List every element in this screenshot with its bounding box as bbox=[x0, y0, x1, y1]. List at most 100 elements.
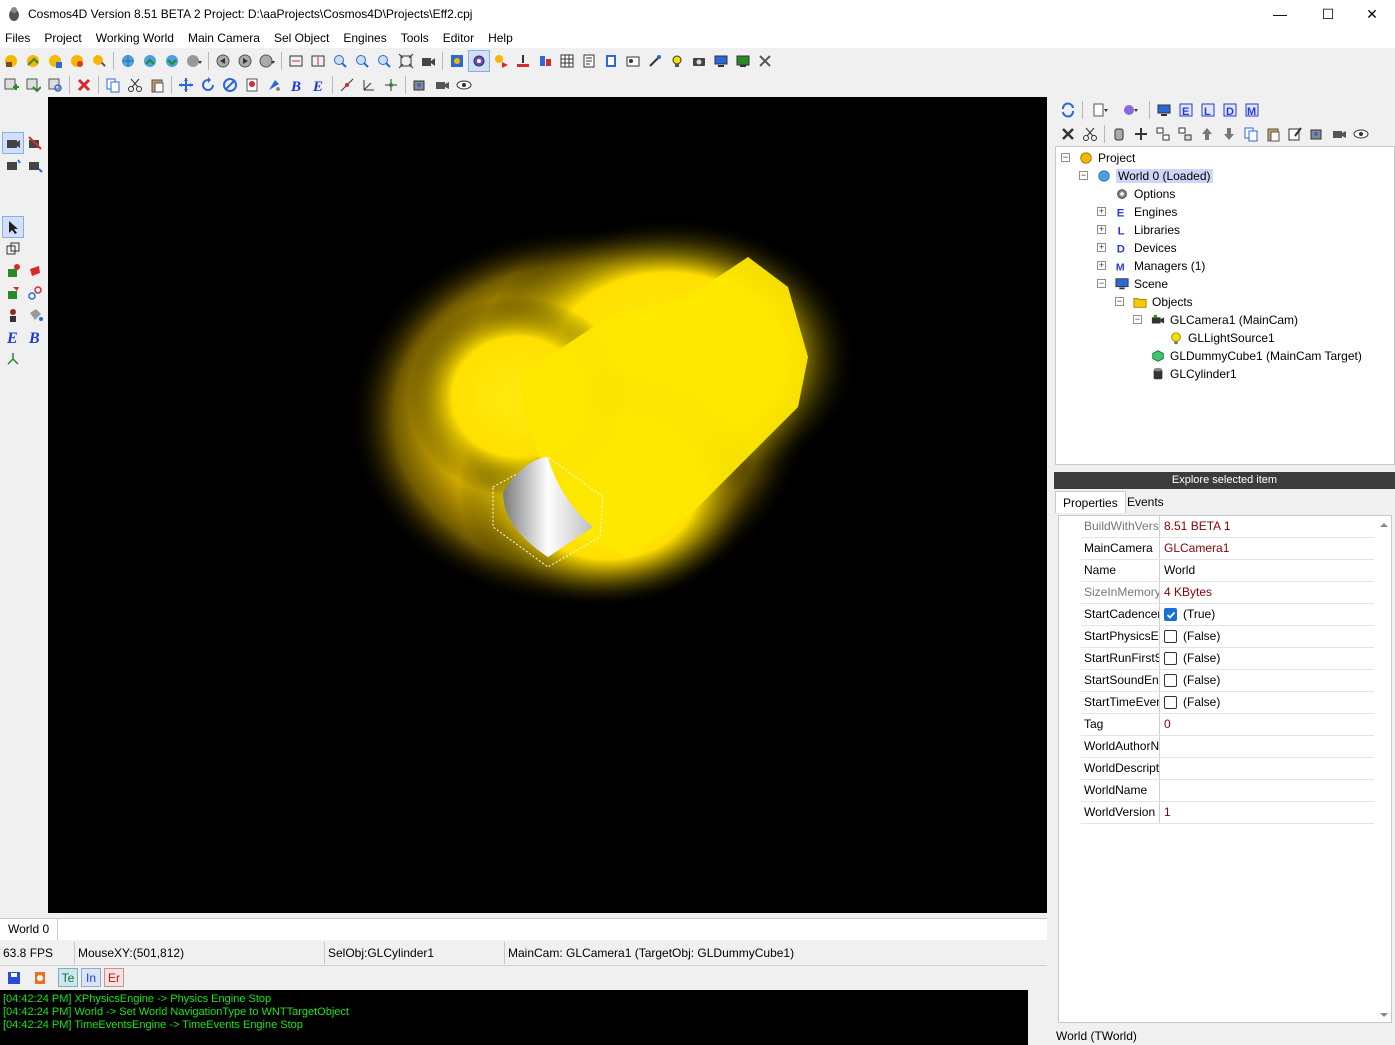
devices-d-icon[interactable]: D bbox=[1219, 99, 1241, 121]
tree-node-scene[interactable]: Scene bbox=[1114, 275, 1168, 293]
zoom-reset-icon[interactable] bbox=[373, 50, 395, 72]
property-row[interactable]: Name World bbox=[1081, 560, 1374, 582]
bold-b-left-icon[interactable]: B bbox=[24, 326, 46, 348]
collapse-objects-icon[interactable]: − bbox=[1115, 297, 1124, 306]
property-row[interactable]: Tag 0 bbox=[1081, 714, 1374, 736]
copy-icon[interactable] bbox=[102, 74, 124, 96]
tree-add-icon[interactable] bbox=[1130, 123, 1152, 145]
tools-wand-icon[interactable] bbox=[644, 50, 666, 72]
video-camera-icon[interactable] bbox=[431, 74, 453, 96]
zoom-extents-icon[interactable] bbox=[395, 50, 417, 72]
engines-e-icon[interactable]: E bbox=[1175, 99, 1197, 121]
menu-editor[interactable]: Editor bbox=[436, 28, 481, 48]
collapse-world-icon[interactable]: − bbox=[1079, 171, 1088, 180]
menu-main-camera[interactable]: Main Camera bbox=[181, 28, 267, 48]
scroll-down-icon[interactable] bbox=[1379, 1009, 1389, 1019]
object-camera-icon[interactable] bbox=[409, 74, 431, 96]
property-row[interactable]: WorldVersion 1 bbox=[1081, 802, 1374, 824]
property-row[interactable]: StartTimeEvents (False) bbox=[1081, 692, 1374, 714]
tree-node-camera[interactable]: GLCamera1 (MainCam) bbox=[1150, 311, 1298, 329]
link-objects-icon[interactable] bbox=[24, 282, 46, 304]
property-row[interactable]: SizeInMemory 4 KBytes bbox=[1081, 582, 1374, 604]
cadencer-gear-icon[interactable] bbox=[468, 50, 490, 72]
camera-dropdown-icon[interactable] bbox=[256, 50, 278, 72]
camera-pan-icon[interactable] bbox=[24, 154, 46, 176]
new-project-icon[interactable] bbox=[0, 50, 22, 72]
menu-sel-object[interactable]: Sel Object bbox=[267, 28, 336, 48]
managers-m-icon[interactable]: M bbox=[1241, 99, 1263, 121]
cut-icon[interactable] bbox=[124, 74, 146, 96]
property-value[interactable]: GLCamera1 bbox=[1160, 538, 1374, 559]
tree-edit-icon[interactable] bbox=[1284, 123, 1306, 145]
rotate-icon[interactable] bbox=[197, 74, 219, 96]
property-row[interactable]: StartSoundEngine (False) bbox=[1081, 670, 1374, 692]
tree-child-icon[interactable] bbox=[1174, 123, 1196, 145]
tree-node-libraries[interactable]: L Libraries bbox=[1114, 221, 1180, 239]
monitor-icon[interactable] bbox=[710, 50, 732, 72]
menu-help[interactable]: Help bbox=[481, 28, 520, 48]
menu-project[interactable]: Project bbox=[37, 28, 88, 48]
scale-icon[interactable] bbox=[219, 74, 241, 96]
property-row[interactable]: BuildWithVers 8.51 BETA 1 bbox=[1081, 516, 1374, 538]
move-down-icon[interactable] bbox=[1218, 123, 1240, 145]
tree-node-devices[interactable]: D Devices bbox=[1114, 239, 1177, 257]
sound-engine-icon[interactable] bbox=[534, 50, 556, 72]
tab-world-0[interactable]: World 0 bbox=[0, 919, 59, 940]
property-row[interactable]: WorldName bbox=[1081, 780, 1374, 802]
tree-video-icon[interactable] bbox=[1328, 123, 1350, 145]
tree-delete-icon[interactable] bbox=[1057, 123, 1079, 145]
property-row[interactable]: MainCamera GLCamera1 bbox=[1081, 538, 1374, 560]
log-tab-info[interactable]: In bbox=[81, 968, 101, 987]
add-object-icon[interactable] bbox=[0, 74, 22, 96]
property-row[interactable]: StartRunFirstScript (False) bbox=[1081, 648, 1374, 670]
menu-tools[interactable]: Tools bbox=[394, 28, 436, 48]
tab-properties[interactable]: Properties bbox=[1055, 491, 1126, 513]
delete-icon[interactable] bbox=[73, 74, 95, 96]
open-project-icon[interactable] bbox=[22, 50, 44, 72]
property-value[interactable]: (True) bbox=[1160, 604, 1374, 625]
menu-files[interactable]: Files bbox=[0, 28, 37, 48]
tree-jar-icon[interactable] bbox=[1108, 123, 1130, 145]
menu-working-world[interactable]: Working World bbox=[89, 28, 181, 48]
property-value[interactable]: (False) bbox=[1160, 648, 1374, 669]
camera-remove-icon[interactable] bbox=[24, 132, 46, 154]
camera-icon[interactable] bbox=[688, 50, 710, 72]
camera-view-icon[interactable] bbox=[417, 50, 439, 72]
fit-height-icon[interactable] bbox=[307, 50, 329, 72]
gizmo-axis-icon[interactable] bbox=[2, 348, 24, 370]
property-value[interactable] bbox=[1160, 736, 1374, 757]
find-object-icon[interactable] bbox=[44, 74, 66, 96]
place-object-icon[interactable] bbox=[2, 260, 24, 282]
libraries-l-icon[interactable]: L bbox=[1197, 99, 1219, 121]
brush-icon[interactable] bbox=[2, 282, 24, 304]
save-world-icon[interactable] bbox=[161, 50, 183, 72]
bucket-icon[interactable] bbox=[24, 304, 46, 326]
log-tab-errors[interactable]: Er bbox=[104, 968, 124, 987]
tree-node-cylinder[interactable]: GLCylinder1 bbox=[1150, 365, 1237, 383]
run-script-icon[interactable] bbox=[490, 50, 512, 72]
eye-icon[interactable] bbox=[453, 74, 475, 96]
property-checkbox[interactable] bbox=[1164, 630, 1177, 643]
tree-node-world[interactable]: World 0 (Loaded) bbox=[1096, 167, 1213, 185]
zoom-in-icon[interactable] bbox=[329, 50, 351, 72]
saveas-project-icon[interactable] bbox=[66, 50, 88, 72]
property-value[interactable]: 8.51 BETA 1 bbox=[1160, 516, 1374, 537]
clear-log-icon[interactable] bbox=[29, 967, 51, 989]
save-project-icon[interactable] bbox=[44, 50, 66, 72]
menu-engines[interactable]: Engines bbox=[336, 28, 393, 48]
view-camera-select-icon[interactable] bbox=[2, 132, 24, 154]
property-row[interactable]: WorldDescription bbox=[1081, 758, 1374, 780]
move-icon[interactable] bbox=[175, 74, 197, 96]
tab-events[interactable]: Events bbox=[1120, 491, 1171, 513]
property-value[interactable]: (False) bbox=[1160, 692, 1374, 713]
open-world-icon[interactable] bbox=[139, 50, 161, 72]
camera-forward-icon[interactable] bbox=[234, 50, 256, 72]
camera-back-icon[interactable] bbox=[212, 50, 234, 72]
bold-b-icon[interactable]: B bbox=[285, 74, 307, 96]
property-value[interactable]: (False) bbox=[1160, 670, 1374, 691]
zoom-out-icon[interactable] bbox=[351, 50, 373, 72]
save-log-icon[interactable] bbox=[3, 967, 25, 989]
terminal-icon[interactable] bbox=[732, 50, 754, 72]
property-row[interactable]: WorldAuthorName bbox=[1081, 736, 1374, 758]
collapse-camera-icon[interactable]: − bbox=[1133, 315, 1142, 324]
